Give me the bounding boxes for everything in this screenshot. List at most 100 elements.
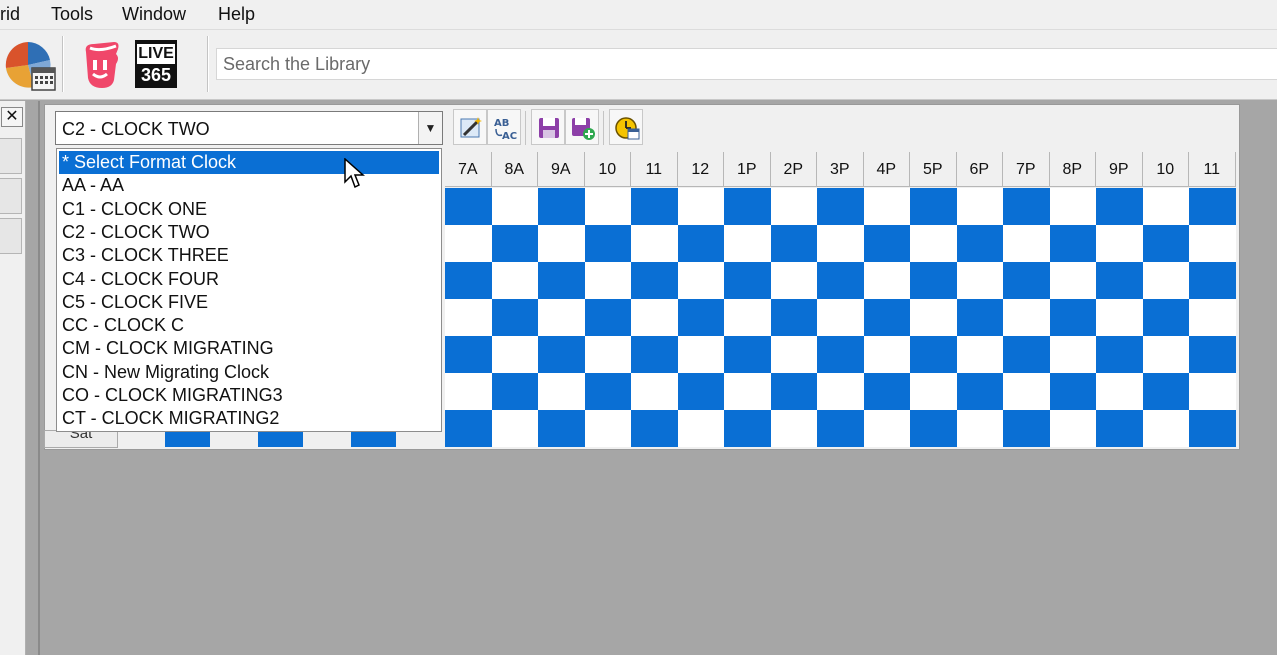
format-clock-option[interactable]: C4 - CLOCK FOUR — [59, 268, 439, 291]
grid-cell[interactable] — [1003, 299, 1050, 336]
grid-cell[interactable] — [770, 410, 817, 447]
grid-cell[interactable] — [956, 410, 1003, 447]
library-search-input[interactable] — [216, 48, 1277, 80]
grid-cell[interactable] — [1003, 336, 1050, 373]
grid-cell[interactable] — [1096, 188, 1143, 225]
format-clock-option[interactable]: * Select Format Clock — [59, 151, 439, 174]
grid-cell[interactable] — [910, 410, 957, 447]
pie-chart-calendar-icon[interactable] — [4, 40, 56, 92]
format-clock-option[interactable]: CT - CLOCK MIGRATING2 — [59, 407, 439, 430]
grid-cell[interactable] — [584, 299, 631, 336]
grid-cell[interactable] — [1189, 373, 1236, 410]
grid-cell[interactable] — [1096, 299, 1143, 336]
grid-cell[interactable] — [677, 410, 724, 447]
grid-cell[interactable] — [677, 225, 724, 262]
format-clock-option[interactable]: CC - CLOCK C — [59, 314, 439, 337]
save-button[interactable] — [531, 109, 565, 145]
grid-cell[interactable] — [538, 410, 585, 447]
grid-cell[interactable] — [724, 336, 771, 373]
grid-cell[interactable] — [165, 430, 210, 447]
grid-cell[interactable] — [863, 336, 910, 373]
format-clock-option[interactable]: C1 - CLOCK ONE — [59, 198, 439, 221]
grid-cell[interactable] — [445, 262, 492, 299]
grid-cell[interactable] — [445, 225, 492, 262]
grid-cell[interactable] — [863, 225, 910, 262]
grid-cell[interactable] — [724, 410, 771, 447]
grid-cell[interactable] — [584, 410, 631, 447]
grid-cell[interactable] — [817, 410, 864, 447]
grid-cell[interactable] — [584, 225, 631, 262]
grid-cell[interactable] — [1003, 410, 1050, 447]
grid-cell[interactable] — [491, 373, 538, 410]
grid-cell[interactable] — [1003, 373, 1050, 410]
grid-cell[interactable] — [445, 336, 492, 373]
grid-cell[interactable] — [863, 410, 910, 447]
grid-cell[interactable] — [491, 262, 538, 299]
grid-cell[interactable] — [910, 262, 957, 299]
grid-cell[interactable] — [1189, 262, 1236, 299]
grid-cell[interactable] — [770, 299, 817, 336]
grid-cell[interactable] — [538, 299, 585, 336]
grid-cell[interactable] — [584, 262, 631, 299]
grid-cell[interactable] — [538, 373, 585, 410]
grid-cell[interactable] — [584, 336, 631, 373]
menu-grid[interactable]: rid — [0, 4, 20, 25]
grid-cell[interactable] — [910, 373, 957, 410]
format-clock-option[interactable]: AA - AA — [59, 174, 439, 197]
grid-cell[interactable] — [445, 188, 492, 225]
grid-cell[interactable] — [1003, 188, 1050, 225]
grid-cell[interactable] — [538, 336, 585, 373]
grid-cell[interactable] — [1096, 410, 1143, 447]
grid-cell[interactable] — [956, 262, 1003, 299]
grid-cell[interactable] — [910, 225, 957, 262]
grid-cell[interactable] — [1189, 336, 1236, 373]
grid-cell[interactable] — [351, 430, 396, 447]
grid-cell[interactable] — [677, 299, 724, 336]
grid-cell[interactable] — [1003, 262, 1050, 299]
dock-tab[interactable] — [0, 138, 22, 174]
grid-cell[interactable] — [445, 410, 492, 447]
grid-cell[interactable] — [677, 336, 724, 373]
grid-cell[interactable] — [1096, 373, 1143, 410]
grid-cell[interactable] — [1049, 299, 1096, 336]
format-clock-option[interactable]: C3 - CLOCK THREE — [59, 244, 439, 267]
chevron-down-icon[interactable]: ▼ — [418, 112, 442, 144]
grid-cell[interactable] — [538, 262, 585, 299]
grid-cell[interactable] — [631, 225, 678, 262]
grid-cell[interactable] — [1189, 299, 1236, 336]
grid-cell[interactable] — [817, 373, 864, 410]
grid-cell[interactable] — [863, 299, 910, 336]
grid-cell[interactable] — [770, 225, 817, 262]
grid-cell[interactable] — [1096, 262, 1143, 299]
grid-cell[interactable] — [1049, 410, 1096, 447]
format-clock-option[interactable]: CN - New Migrating Clock — [59, 361, 439, 384]
grid-cell[interactable] — [724, 188, 771, 225]
live365-logo[interactable]: LIVE 365 — [135, 40, 177, 88]
grid-cell[interactable] — [1049, 373, 1096, 410]
dock-tab[interactable] — [0, 218, 22, 254]
format-clock-select[interactable]: C2 - CLOCK TWO ▼ — [55, 111, 443, 145]
grid-cell[interactable] — [631, 188, 678, 225]
grid-cell[interactable] — [1049, 262, 1096, 299]
grid-cell[interactable] — [1142, 299, 1189, 336]
grid-cell[interactable] — [631, 410, 678, 447]
grid-cell[interactable] — [584, 373, 631, 410]
format-clock-option[interactable]: C2 - CLOCK TWO — [59, 221, 439, 244]
grid-cell[interactable] — [491, 336, 538, 373]
grid-cell[interactable] — [631, 299, 678, 336]
grid-cell[interactable] — [1189, 410, 1236, 447]
grid-cell[interactable] — [491, 188, 538, 225]
grid-cell[interactable] — [724, 225, 771, 262]
grid-cell[interactable] — [538, 188, 585, 225]
grid-cell[interactable] — [817, 188, 864, 225]
grid-cell[interactable] — [956, 188, 1003, 225]
grid-cell[interactable] — [724, 373, 771, 410]
grid-cell[interactable] — [956, 299, 1003, 336]
grid-cell[interactable] — [631, 373, 678, 410]
grid-cell[interactable] — [724, 299, 771, 336]
wand-button[interactable] — [453, 109, 487, 145]
grid-cell[interactable] — [724, 262, 771, 299]
grid-cell[interactable] — [1049, 225, 1096, 262]
grid-cell[interactable] — [770, 373, 817, 410]
grid-cell[interactable] — [817, 336, 864, 373]
